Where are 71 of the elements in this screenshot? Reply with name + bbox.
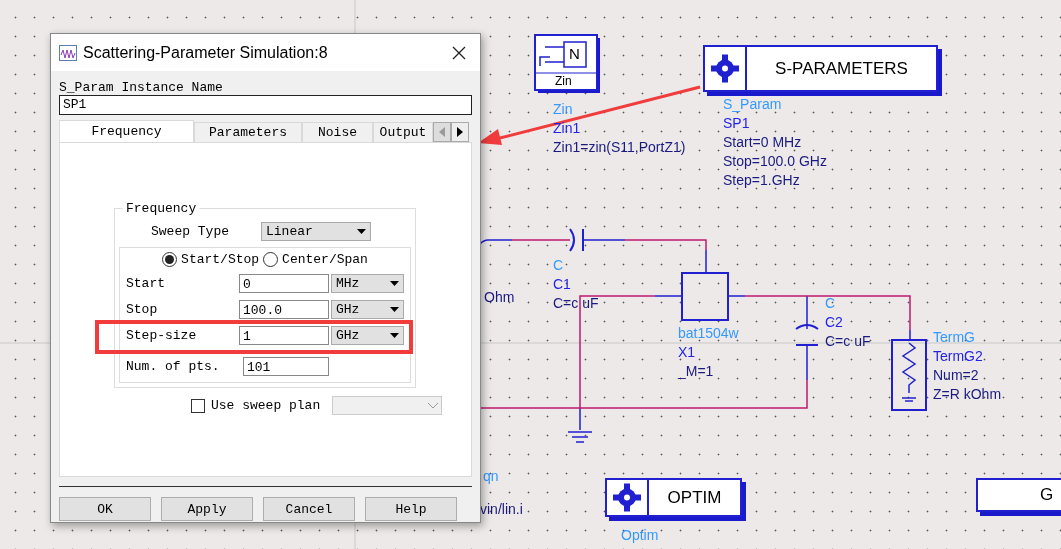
tab[interactable]: Noise	[302, 122, 373, 142]
radio-button[interactable]	[263, 252, 279, 267]
component-label: Stop=100.0 GHz	[723, 152, 827, 171]
port-letter: N	[569, 45, 580, 62]
component-label: C=c uF	[825, 332, 871, 351]
window-title: Scattering-Parameter Simulation:8	[83, 43, 329, 62]
tab[interactable]: Frequency	[59, 120, 194, 142]
input-field[interactable]: 1	[239, 326, 329, 345]
field-label: Step-size	[126, 328, 198, 343]
component-label: Ohm	[484, 288, 515, 307]
component-caption: Zin	[555, 74, 572, 88]
unit-dropdown[interactable]: GHz	[331, 326, 404, 345]
block-title: OPTIM	[666, 487, 723, 508]
checkbox[interactable]	[191, 398, 205, 413]
component-label: TermG2	[933, 347, 984, 366]
dialog-button[interactable]: Cancel	[263, 497, 355, 521]
triangle-left-icon	[439, 127, 445, 137]
sweep-type-dropdown[interactable]: Linear	[261, 222, 371, 241]
dialog-button[interactable]: Apply	[161, 497, 253, 521]
unit-dropdown[interactable]: GHz	[331, 300, 404, 319]
field-label: Sweep Type	[151, 224, 229, 239]
block-title: S-PARAMETERS	[774, 58, 909, 79]
triangle-right-icon	[457, 127, 463, 137]
caret-icon	[357, 229, 366, 234]
component-label: SP1	[723, 114, 751, 133]
dialog-button[interactable]: Help	[365, 497, 457, 521]
input-field[interactable]: SP1	[59, 95, 472, 115]
field-label: Stop	[126, 302, 159, 317]
component-label: Optim	[621, 526, 659, 545]
group-title: Frequency	[125, 201, 198, 216]
radio-button[interactable]	[162, 252, 178, 267]
radio-option[interactable]: Center/Span	[263, 252, 368, 267]
input-field[interactable]: 0	[239, 274, 329, 293]
caret-icon	[390, 333, 399, 338]
component-label: Z=R kOhm	[933, 385, 1002, 404]
impedance-symbol	[534, 34, 600, 93]
scroll-right-button[interactable]	[451, 122, 469, 142]
component-label: C2	[825, 313, 844, 332]
caret-icon	[390, 307, 399, 312]
component-label: Zin1=zin(S11,PortZ1)	[553, 138, 686, 157]
component-label: C	[825, 294, 837, 313]
component-label: Step=1.GHz	[723, 171, 801, 190]
chevron-icon	[428, 402, 439, 409]
component-label: TermG	[933, 328, 976, 347]
component-label: _M=1	[678, 362, 715, 381]
dialog-button[interactable]: OK	[59, 497, 151, 521]
waveform-icon	[59, 44, 77, 61]
component-label: S_Param	[723, 95, 783, 114]
component-label: Start=0 MHz	[723, 133, 803, 152]
component-label: bat1504w	[678, 324, 739, 343]
component-label: C=c uF	[553, 294, 599, 313]
tab[interactable]: Output	[373, 122, 433, 142]
component-label: C1	[553, 275, 572, 294]
input-field[interactable]: 100.0	[239, 300, 329, 319]
field-label: S_Param Instance Name	[59, 80, 224, 95]
component-label: qn	[483, 467, 499, 486]
tab[interactable]: Parameters	[194, 122, 302, 142]
close-icon[interactable]	[452, 45, 466, 60]
component-label: C	[553, 256, 565, 275]
checkbox-label: Use sweep plan	[211, 398, 321, 413]
field-label: Start	[126, 276, 166, 291]
component-label: Zin1	[553, 119, 582, 138]
input-field[interactable]: 101	[243, 357, 329, 376]
caret-icon	[390, 281, 399, 286]
component-label: X1	[678, 343, 697, 362]
component-label: Zin	[553, 100, 574, 119]
component-label: Num=2	[933, 366, 980, 385]
unit-dropdown[interactable]: MHz	[331, 274, 404, 293]
radio-option[interactable]: Start/Stop	[162, 252, 260, 267]
component-label: vin/lin.i	[480, 500, 523, 519]
field-label: Num. of pts.	[126, 359, 221, 374]
